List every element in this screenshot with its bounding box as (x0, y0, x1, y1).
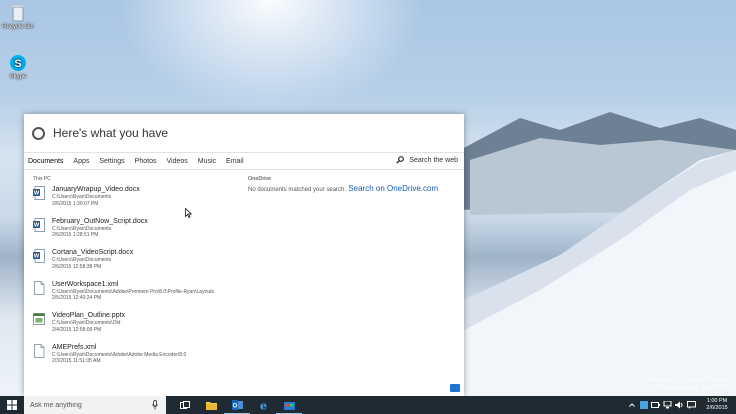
result-file-name: February_OutNow_Script.docx (52, 217, 148, 225)
desktop-icon-recycle-bin[interactable]: Recycle Bin (0, 4, 36, 30)
battery-icon (651, 402, 660, 408)
tab-settings[interactable]: Settings (99, 158, 124, 165)
file-explorer-button[interactable] (198, 396, 224, 414)
search-the-web-label: Search the web (409, 156, 458, 164)
results-list: W JanuaryWrapup_Video.docx C:\Users\Ryan… (33, 185, 243, 374)
taskbar-search-input[interactable] (30, 401, 140, 409)
chevron-up-icon (628, 403, 635, 407)
system-tray: 1:00 PM 2/6/2015 (624, 396, 732, 414)
desktop-icon-label: Recycle Bin (2, 24, 34, 30)
search-icon (396, 156, 405, 164)
clock-date: 2/6/2015 (706, 405, 728, 411)
tab-apps[interactable]: Apps (73, 158, 89, 165)
file-explorer-icon (205, 401, 217, 410)
taskbar-search-box[interactable] (24, 396, 166, 414)
clock-time: 1:00 PM (706, 398, 728, 404)
app-tray-icon (639, 401, 648, 409)
store-icon (283, 401, 295, 410)
search-the-web-button[interactable]: Search the web (396, 156, 458, 164)
cortana-search-panel: Here's what you have Documents Apps Sett… (24, 114, 464, 396)
svg-text:W: W (34, 254, 40, 260)
word-document-icon: W (33, 217, 45, 232)
list-item[interactable]: VideoPlan_Outline.pptx C:\Users\Ryan\Doc… (33, 311, 243, 343)
svg-text:W: W (34, 191, 40, 197)
volume-icon (675, 401, 683, 409)
list-item[interactable]: W February_OutNow_Script.docx C:\Users\R… (33, 217, 243, 249)
generic-file-icon (34, 343, 45, 358)
list-item[interactable]: W JanuaryWrapup_Video.docx C:\Users\Ryan… (33, 185, 243, 217)
svg-text:O: O (232, 403, 237, 409)
search-onedrive-link[interactable]: Search on OneDrive.com (348, 184, 438, 193)
result-file-name: JanuaryWrapup_Video.docx (52, 186, 140, 193)
tab-music[interactable]: Music (198, 158, 216, 165)
presentation-file-icon (33, 313, 45, 325)
task-view-button[interactable] (172, 396, 198, 414)
result-file-date: 2/4/2015 12:58:09 PM (52, 326, 102, 333)
desktop-icon-label: Skype (9, 74, 27, 80)
windows-logo-icon (7, 400, 17, 410)
word-document-icon: W (33, 249, 45, 263)
list-item[interactable]: UserWorkspace1.xml C:\Users\Ryan\Documen… (33, 280, 243, 312)
taskbar-clock[interactable]: 1:00 PM 2/6/2015 (702, 398, 732, 412)
mouse-cursor-icon (185, 208, 192, 218)
result-file-date: 2/3/2015 11:51:05 AM (52, 358, 101, 364)
list-item[interactable]: W Cortana_VideoScript.docx C:\Users\Ryan… (33, 248, 243, 280)
internet-explorer-icon: e (260, 400, 267, 411)
svg-text:W: W (34, 222, 40, 228)
tab-email[interactable]: Email (226, 158, 244, 165)
feedback-icon[interactable] (450, 384, 460, 392)
panel-header: Here's what you have (24, 114, 464, 152)
battery-button[interactable] (651, 401, 660, 410)
outlook-icon: O (231, 399, 243, 410)
tab-photos[interactable]: Photos (135, 158, 157, 165)
result-file-date: 2/6/2015 12:58:38 PM (52, 263, 102, 270)
task-view-icon (180, 400, 190, 409)
notification-icon (687, 401, 696, 409)
results-area: This PC W JanuaryWrapup_Video.docx C:\Us… (24, 170, 464, 396)
network-icon (663, 401, 672, 409)
store-button[interactable] (276, 396, 302, 414)
panel-title: Here's what you have (53, 126, 169, 140)
microphone-icon[interactable] (152, 400, 158, 410)
result-file-path: C:\Users\Ryan\Documents\Old (52, 320, 121, 326)
this-pc-label: This PC (33, 176, 51, 182)
network-button[interactable] (663, 401, 672, 410)
outlook-button[interactable]: O (224, 396, 250, 414)
taskbar: O e (0, 396, 736, 414)
result-file-name: VideoPlan_Outline.pptx (52, 312, 126, 319)
show-hidden-icons-button[interactable] (627, 401, 636, 410)
svg-text:S: S (14, 58, 21, 70)
onedrive-message: No documents matched your search. (248, 187, 347, 193)
result-file-name: AMEPrefs.xml (52, 343, 97, 351)
pinned-apps: O e (172, 396, 302, 414)
skype-icon: S (10, 55, 26, 71)
action-center-button[interactable] (687, 401, 696, 410)
tab-documents[interactable]: Documents (28, 158, 63, 165)
result-file-name: UserWorkspace1.xml (52, 280, 119, 288)
desktop-icon-skype[interactable]: S Skype (0, 54, 36, 80)
build-watermark: Windows 10 Technical Preview Evaluation … (648, 376, 730, 392)
recycle-bin-icon (12, 5, 24, 22)
tab-videos[interactable]: Videos (166, 158, 187, 165)
word-document-icon: W (33, 186, 45, 200)
onedrive-label: OneDrive (248, 176, 272, 182)
result-file-name: Cortana_VideoScript.docx (52, 249, 134, 256)
cortana-icon[interactable] (32, 126, 45, 140)
result-file-date: 2/5/2015 12:40:24 PM (52, 295, 102, 301)
volume-button[interactable] (675, 401, 684, 410)
internet-explorer-button[interactable]: e (250, 396, 276, 414)
start-button[interactable] (0, 396, 24, 414)
result-file-date: 2/6/2015 1:28:51 PM (52, 232, 99, 238)
watermark-line: Evaluation copy. Build 9926 (656, 385, 730, 391)
onedrive-section: OneDrive No documents matched your searc… (248, 176, 458, 193)
svg-text:e: e (260, 400, 267, 411)
tray-app-button[interactable] (639, 401, 648, 410)
result-file-date: 2/6/2015 1:30:07 PM (52, 200, 99, 207)
filter-bar: Documents Apps Settings Photos Videos Mu… (24, 152, 464, 170)
watermark-line: Windows 10 Technical Preview (647, 377, 730, 383)
list-item[interactable]: AMEPrefs.xml C:\Users\Ryan\Documents\Ado… (33, 343, 243, 375)
generic-file-icon (34, 280, 45, 295)
